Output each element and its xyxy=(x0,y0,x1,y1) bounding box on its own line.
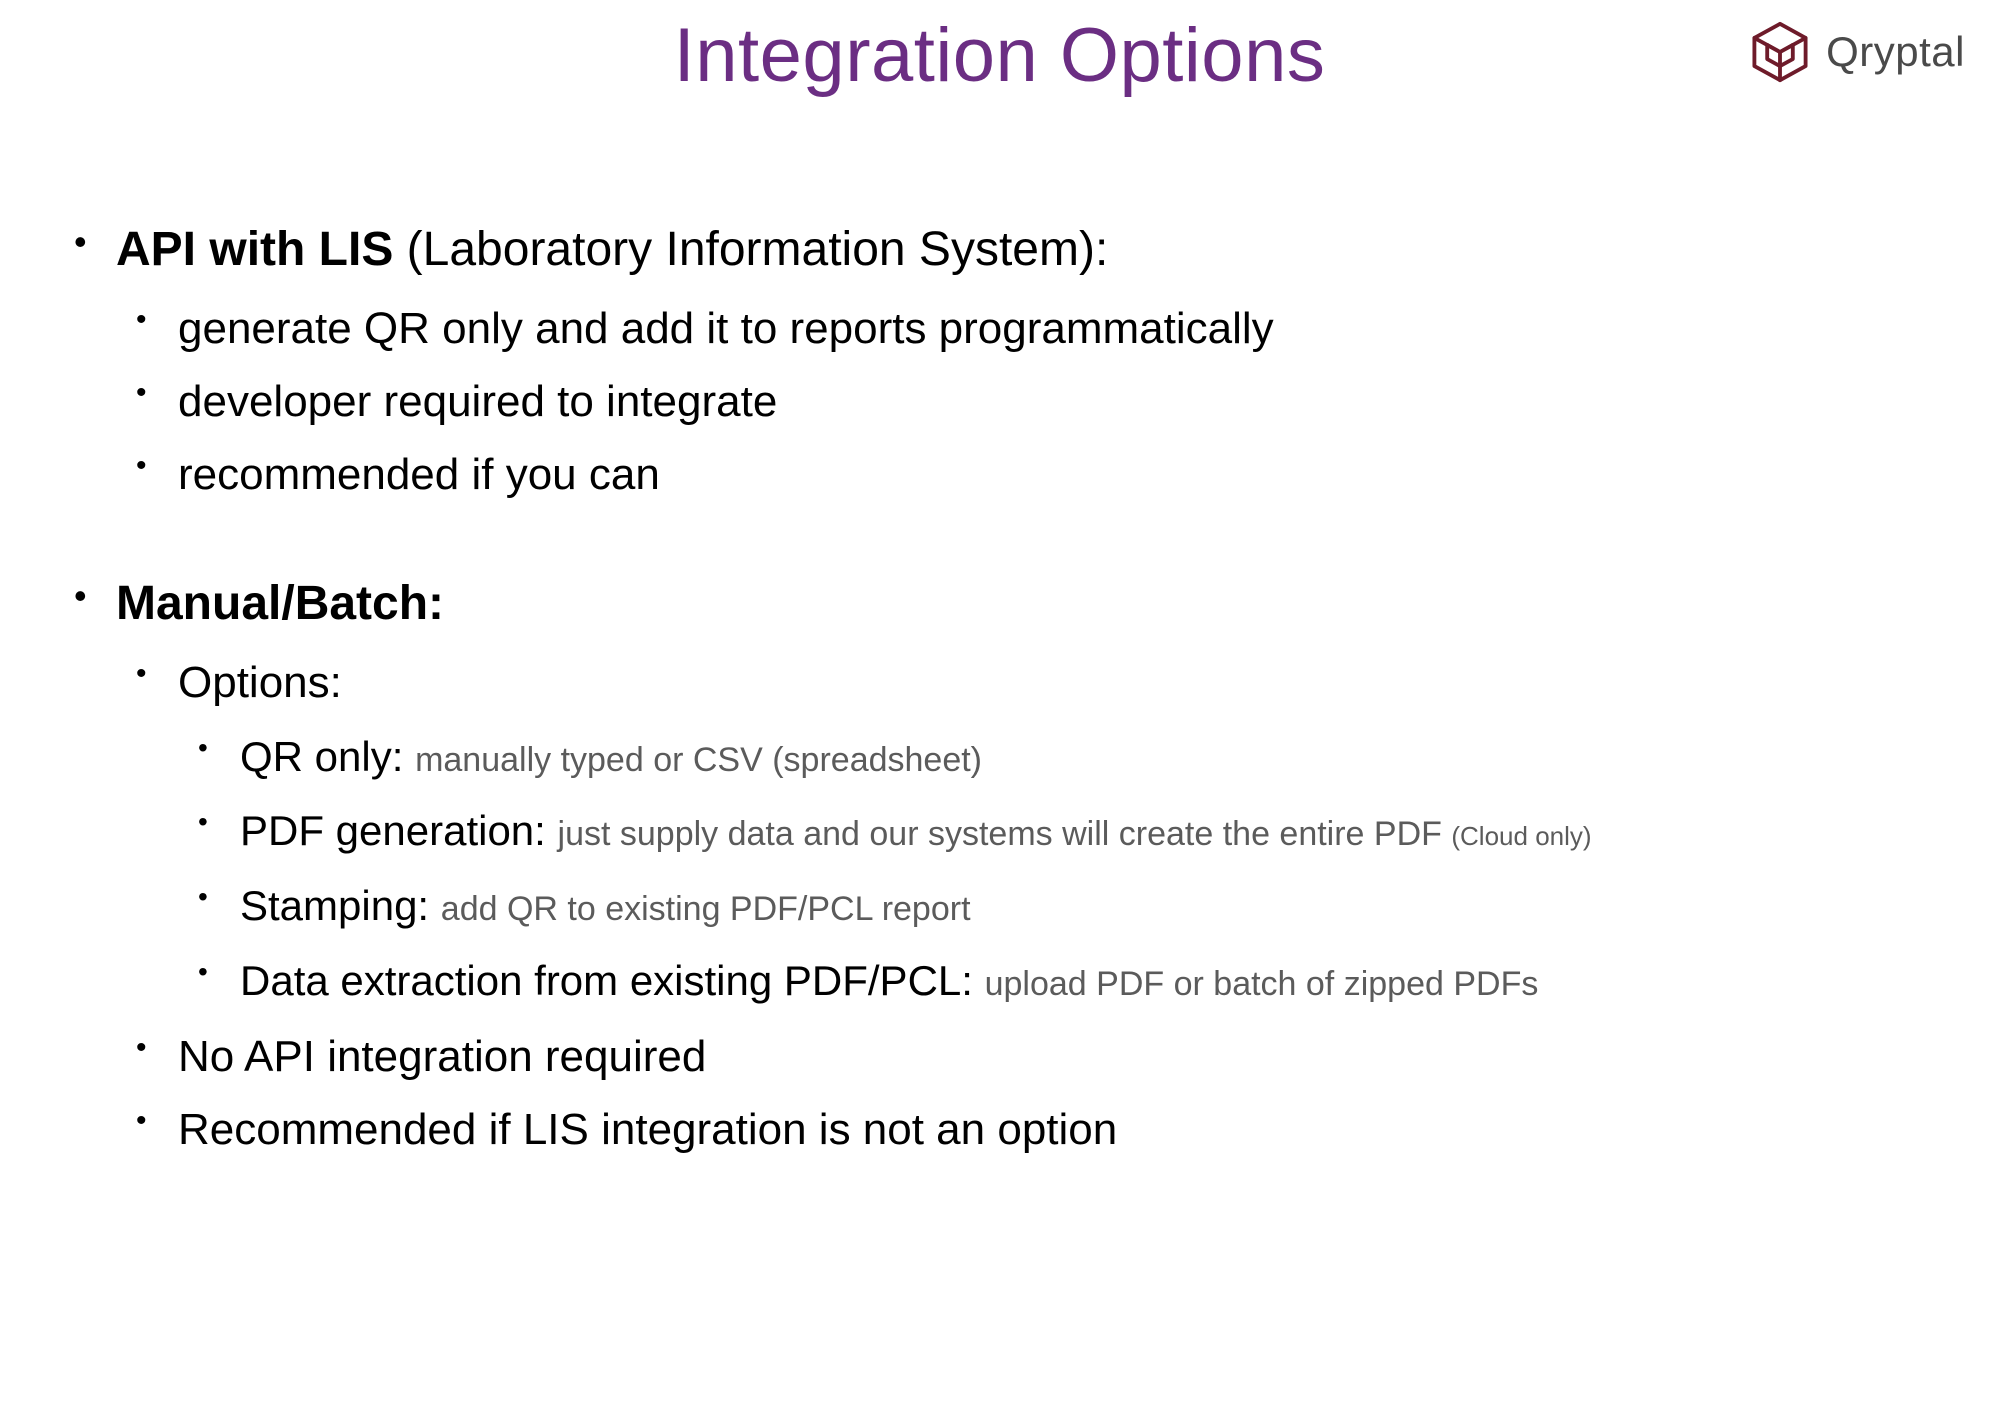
cube-icon xyxy=(1748,20,1812,84)
api-bullet-3-text: recommended if you can xyxy=(178,446,1939,503)
section-manual-heading: Manual/Batch: xyxy=(116,574,1939,634)
option-extract: Data extraction from existing PDF/PCL: u… xyxy=(178,953,1939,1010)
manual-options-label: Options: xyxy=(178,654,1939,711)
api-bullet-1-text: generate QR only and add it to reports p… xyxy=(178,300,1939,357)
option-extract-head: Data extraction from existing PDF/PCL: xyxy=(240,957,985,1004)
api-head-rest: (Laboratory Information System): xyxy=(393,223,1108,276)
api-bullet-1: generate QR only and add it to reports p… xyxy=(116,300,1939,357)
option-extract-line: Data extraction from existing PDF/PCL: u… xyxy=(240,953,1939,1010)
api-bullet-3: recommended if you can xyxy=(116,446,1939,503)
section-manual: Manual/Batch: Options: QR only: manually… xyxy=(60,574,1939,1158)
option-qr-desc: manually typed or CSV (spreadsheet) xyxy=(415,741,982,779)
option-stamping: Stamping: add QR to existing PDF/PCL rep… xyxy=(178,878,1939,935)
option-pdf-head: PDF generation: xyxy=(240,807,558,854)
manual-options: Options: QR only: manually typed or CSV … xyxy=(116,654,1939,1010)
option-qr-only: QR only: manually typed or CSV (spreadsh… xyxy=(178,729,1939,786)
api-bullet-2: developer required to integrate xyxy=(116,373,1939,430)
api-bullet-2-text: developer required to integrate xyxy=(178,373,1939,430)
option-stamping-line: Stamping: add QR to existing PDF/PCL rep… xyxy=(240,878,1939,935)
option-pdf-gen-line: PDF generation: just supply data and our… xyxy=(240,803,1939,860)
api-head-bold: API with LIS xyxy=(116,223,393,276)
manual-bullet-rec: Recommended if LIS integration is not an… xyxy=(116,1101,1939,1158)
option-pdf-desc: just supply data and our systems will cr… xyxy=(558,815,1452,853)
option-qr-only-line: QR only: manually typed or CSV (spreadsh… xyxy=(240,729,1939,786)
slide-title: Integration Options xyxy=(0,12,1999,99)
section-api-heading: API with LIS (Laboratory Information Sys… xyxy=(116,220,1939,280)
option-qr-head: QR only: xyxy=(240,733,415,780)
section-api: API with LIS (Laboratory Information Sys… xyxy=(60,220,1939,504)
option-pdf-gen: PDF generation: just supply data and our… xyxy=(178,803,1939,860)
option-extract-desc: upload PDF or batch of zipped PDFs xyxy=(985,965,1539,1003)
manual-rec-text: Recommended if LIS integration is not an… xyxy=(178,1101,1939,1158)
content-area: API with LIS (Laboratory Information Sys… xyxy=(60,220,1939,1176)
manual-bullet-noapi: No API integration required xyxy=(116,1028,1939,1085)
manual-noapi-text: No API integration required xyxy=(178,1028,1939,1085)
brand-name: Qryptal xyxy=(1826,28,1965,76)
option-pdf-note: (Cloud only) xyxy=(1451,821,1591,851)
slide: Integration Options Qryptal API wi xyxy=(0,0,1999,1414)
option-stamp-desc: add QR to existing PDF/PCL report xyxy=(441,890,971,928)
option-stamp-head: Stamping: xyxy=(240,882,441,929)
manual-head: Manual/Batch: xyxy=(116,577,444,630)
brand-block: Qryptal xyxy=(1748,20,1965,84)
